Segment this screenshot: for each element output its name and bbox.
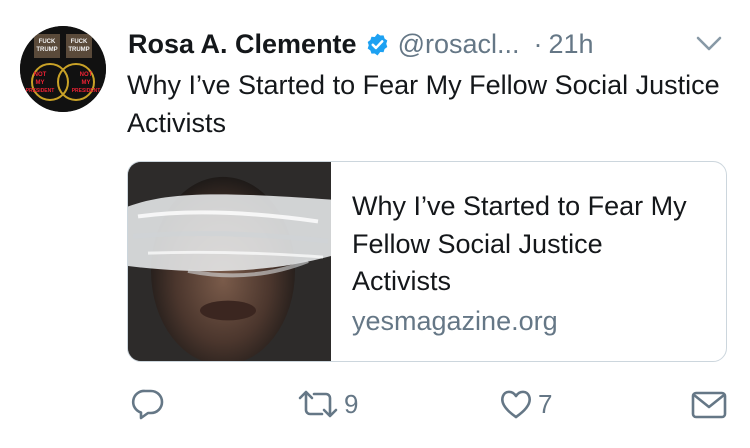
card-thumbnail bbox=[128, 162, 331, 361]
author-name[interactable]: Rosa A. Clemente bbox=[128, 29, 357, 60]
tweet-text: Why I’ve Started to Fear My Fellow Socia… bbox=[127, 70, 720, 138]
heart-icon bbox=[498, 386, 534, 422]
avatar-text-president-left: PRESIDENT bbox=[26, 88, 55, 94]
time-separator: · bbox=[533, 28, 543, 59]
avatar-text-fuck-right: FUCK bbox=[71, 39, 88, 45]
card-domain: yesmagazine.org bbox=[352, 305, 558, 336]
tweet-header: Rosa A. Clemente @rosacl... · 21h bbox=[128, 24, 594, 64]
avatar-text-fuck-left: FUCK bbox=[39, 39, 56, 45]
avatar[interactable]: FUCK TRUMP FUCK TRUMP NOT MY PRESIDENT N… bbox=[20, 26, 106, 112]
link-card[interactable]: Why I’ve Started to Fear My Fellow Socia… bbox=[127, 161, 727, 362]
avatar-text-trump-right: TRUMP bbox=[68, 47, 89, 53]
tweet-actions: 9 7 bbox=[0, 386, 750, 426]
like-count: 7 bbox=[538, 388, 553, 419]
avatar-text-my-left: MY bbox=[36, 80, 45, 86]
retweet-button[interactable]: 9 bbox=[296, 386, 358, 422]
like-button[interactable]: 7 bbox=[498, 386, 552, 422]
avatar-text-my-right: MY bbox=[82, 80, 91, 86]
reply-button[interactable] bbox=[130, 386, 166, 422]
avatar-text-not-left: NOT bbox=[34, 72, 47, 78]
retweet-icon bbox=[296, 386, 340, 422]
direct-message-button[interactable] bbox=[691, 390, 727, 420]
avatar-text-trump-left: TRUMP bbox=[36, 47, 57, 53]
avatar-image: FUCK TRUMP FUCK TRUMP NOT MY PRESIDENT N… bbox=[20, 26, 106, 112]
retweet-count: 9 bbox=[344, 388, 359, 419]
author-handle[interactable]: @rosacl... bbox=[398, 29, 520, 60]
verified-badge-icon bbox=[365, 32, 390, 57]
reply-icon bbox=[130, 386, 166, 422]
card-body: Why I’ve Started to Fear My Fellow Socia… bbox=[331, 162, 702, 361]
avatar-text-president-right: PRESIDENT bbox=[72, 88, 101, 94]
avatar-text-not-right: NOT bbox=[80, 72, 93, 78]
chevron-down-icon[interactable] bbox=[694, 30, 724, 56]
card-title: Why I’ve Started to Fear My Fellow Socia… bbox=[352, 191, 687, 296]
tweet-timestamp[interactable]: 21h bbox=[549, 29, 594, 60]
envelope-icon bbox=[691, 390, 727, 420]
